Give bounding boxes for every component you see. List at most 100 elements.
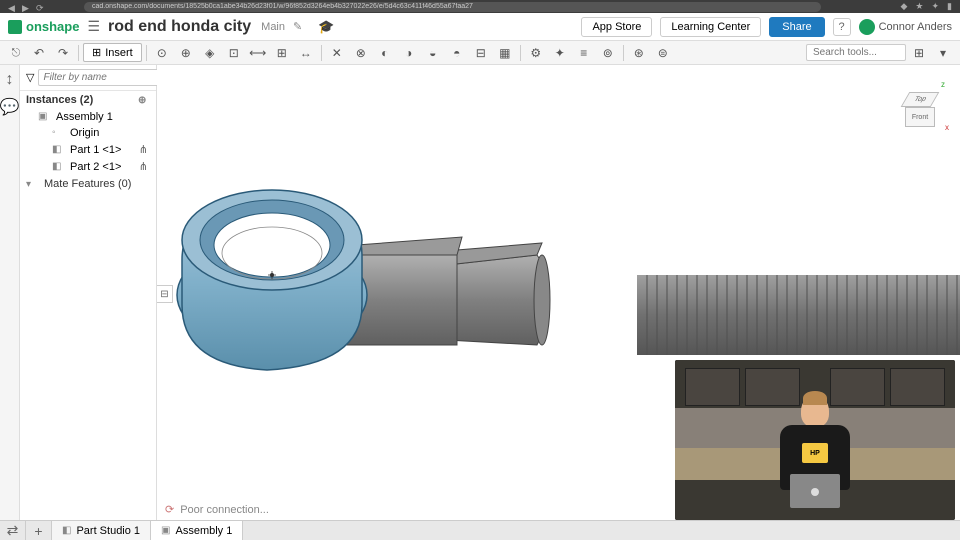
add-instance-icon[interactable]: ⊕ xyxy=(138,95,150,106)
extension-icon[interactable]: ▮ xyxy=(947,1,952,12)
mate-features-row[interactable]: ▾ Mate Features (0) xyxy=(20,175,156,193)
tree-part2[interactable]: ◧ Part 2 <1> ⋔ xyxy=(20,158,156,175)
extension-icon[interactable]: ◆ xyxy=(901,1,908,12)
brand-name: onshape xyxy=(26,19,79,34)
hamburger-icon[interactable]: ☰ xyxy=(87,18,100,35)
tool-icon[interactable]: ✕ xyxy=(326,43,348,63)
tree-part1[interactable]: ◧ Part 1 <1> ⋔ xyxy=(20,141,156,158)
rail-icon[interactable]: ↕ xyxy=(6,71,14,89)
tool-icon[interactable]: ⊡ xyxy=(223,43,245,63)
share-button[interactable]: Share xyxy=(769,17,824,37)
user-name: Connor Anders xyxy=(879,21,952,33)
tab-assembly[interactable]: ▣ Assembly 1 xyxy=(151,521,243,540)
tool-icon[interactable]: ⊞ xyxy=(271,43,293,63)
shirt-logo: HP xyxy=(802,443,828,463)
add-tab-button[interactable]: + xyxy=(26,521,52,540)
mate-connector-icon[interactable]: ⋔ xyxy=(139,143,148,156)
forward-icon[interactable]: ▶ xyxy=(22,3,30,11)
tool-icon[interactable]: ⊛ xyxy=(628,43,650,63)
assembly-icon: ▣ xyxy=(38,111,50,123)
url-bar[interactable]: cad.onshape.com/documents/18525b0ca1abe3… xyxy=(84,2,821,12)
cabinet xyxy=(685,368,740,406)
document-title[interactable]: rod end honda city xyxy=(108,18,251,36)
main-toolbar: ⎋ ↶ ↷ ⊞ Insert ⊙ ⊕ ◈ ⊡ ⟷ ⊞ ↔ ✕ ⊗ ◐ ◑ ◒ ◓… xyxy=(0,41,960,65)
instances-label: Instances (2) xyxy=(26,94,93,106)
presenter-head xyxy=(801,395,829,427)
tool-icon[interactable]: ◑ xyxy=(398,43,420,63)
instances-header[interactable]: Instances (2) ⊕ xyxy=(20,91,156,109)
view-cube-front[interactable]: Front xyxy=(905,107,935,127)
tool-icon[interactable]: ⚙ xyxy=(525,43,547,63)
mate-connector-icon[interactable]: ⋔ xyxy=(139,160,148,173)
tool-icon[interactable]: ✦ xyxy=(549,43,571,63)
tool-icon[interactable]: ⊙ xyxy=(151,43,173,63)
tool-icon[interactable]: ≡ xyxy=(573,43,595,63)
help-button[interactable]: ? xyxy=(833,18,851,36)
tool-icon[interactable]: ⟷ xyxy=(247,43,269,63)
learning-center-button[interactable]: Learning Center xyxy=(660,17,761,37)
origin-icon: ◦ xyxy=(52,127,64,139)
insert-icon: ⊞ xyxy=(92,46,101,59)
logo-icon xyxy=(8,20,22,34)
redo-button[interactable]: ↷ xyxy=(52,43,74,63)
tool-icon[interactable]: ◒ xyxy=(422,43,444,63)
tree-assembly[interactable]: ▣ Assembly 1 xyxy=(20,109,156,125)
tool-icon[interactable]: ◓ xyxy=(446,43,468,63)
document-branch[interactable]: Main xyxy=(261,21,285,33)
education-icon[interactable]: 🎓 xyxy=(318,19,334,35)
webcam-overlay: HP xyxy=(675,360,955,520)
assembly-icon: ▣ xyxy=(161,525,170,536)
back-icon[interactable]: ◀ xyxy=(8,3,16,11)
rail-bottom-icon[interactable]: ⇄ xyxy=(0,521,26,540)
tool-icon[interactable]: ▦ xyxy=(494,43,516,63)
user-avatar-icon xyxy=(859,19,875,35)
left-rail: ↕ 💬 xyxy=(0,65,20,520)
versions-icon[interactable]: ⎋ xyxy=(12,47,21,60)
tool-icon[interactable]: ⊞ xyxy=(908,43,930,63)
tool-icon[interactable]: ↔ xyxy=(295,43,317,63)
app-store-button[interactable]: App Store xyxy=(581,17,652,37)
view-cube-top[interactable]: Top xyxy=(901,92,940,107)
axis-x: x xyxy=(945,123,949,132)
extension-icon[interactable]: ★ xyxy=(915,1,923,12)
browser-chrome-bar: ◀ ▶ ⟳ cad.onshape.com/documents/18525b0c… xyxy=(0,0,960,13)
feature-tree-panel: ▽ ☰ Instances (2) ⊕ ▣ Assembly 1 ◦ Origi… xyxy=(20,65,157,520)
tool-icon[interactable]: ⊟ xyxy=(470,43,492,63)
sidebar-toggle[interactable]: ⊟ xyxy=(157,285,173,303)
url-text: cad.onshape.com/documents/18525b0ca1abe3… xyxy=(92,3,473,10)
tree-origin[interactable]: ◦ Origin xyxy=(20,125,156,141)
laptop xyxy=(790,474,840,508)
rail-icon[interactable]: 💬 xyxy=(0,97,19,117)
tool-icon[interactable]: ◐ xyxy=(374,43,396,63)
extension-icon[interactable]: ✦ xyxy=(932,1,940,12)
search-tools-input[interactable] xyxy=(806,44,906,61)
view-cube[interactable]: Top Front z x xyxy=(895,80,945,140)
panel-filter-row: ▽ ☰ xyxy=(20,65,156,91)
tool-icon[interactable]: ⊜ xyxy=(652,43,674,63)
tab-part-studio[interactable]: ◧ Part Studio 1 xyxy=(52,521,151,540)
undo-button[interactable]: ↶ xyxy=(28,43,50,63)
insert-button[interactable]: ⊞ Insert xyxy=(83,43,142,62)
status-bar: ⟳ Poor connection... xyxy=(157,499,277,520)
browser-nav-controls: ◀ ▶ ⟳ xyxy=(8,3,44,11)
collapse-icon[interactable]: ▾ xyxy=(26,179,38,190)
tool-icon[interactable]: ▾ xyxy=(932,43,954,63)
onshape-logo[interactable]: onshape xyxy=(8,19,79,34)
connection-warning-icon: ⟳ xyxy=(165,503,174,516)
part-studio-icon: ◧ xyxy=(62,525,71,536)
user-menu[interactable]: Connor Anders xyxy=(859,19,952,35)
edit-icon[interactable]: ✎ xyxy=(293,20,302,33)
filter-icon[interactable]: ▽ xyxy=(26,71,34,84)
workshop-background: HP xyxy=(675,360,955,520)
reload-icon[interactable]: ⟳ xyxy=(36,3,44,11)
tool-icon[interactable]: ⊗ xyxy=(350,43,372,63)
tool-icon[interactable]: ◈ xyxy=(199,43,221,63)
part-icon: ◧ xyxy=(52,161,64,173)
tool-icon[interactable]: ⊕ xyxy=(175,43,197,63)
tool-icon[interactable]: ⊚ xyxy=(597,43,619,63)
bottom-tab-bar: ⇄ + ◧ Part Studio 1 ▣ Assembly 1 xyxy=(0,520,960,540)
cabinet xyxy=(890,368,945,406)
status-message: Poor connection... xyxy=(180,504,269,516)
left-rail-icons: ⎋ xyxy=(6,45,26,60)
browser-extensions: ◆ ★ ✦ ▮ xyxy=(901,1,953,12)
